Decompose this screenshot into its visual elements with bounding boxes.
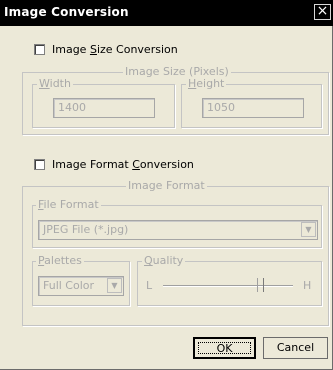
image-format-group-label: Image Format: [126, 179, 207, 192]
quality-low-label: L: [146, 279, 153, 292]
palettes-label: Palettes: [36, 254, 84, 267]
chevron-down-icon[interactable]: ▼: [107, 278, 122, 293]
title-bar: Image Conversion ×: [0, 0, 333, 26]
image-size-group: Image Size (Pixels) Width 1400 Height 10…: [22, 66, 329, 135]
focus-rectangle: [198, 342, 251, 354]
format-conversion-checkbox[interactable]: [34, 159, 45, 170]
size-conversion-checkbox[interactable]: [34, 44, 45, 55]
quality-high-label: H: [303, 279, 312, 292]
quality-slider-track[interactable]: [163, 285, 293, 287]
width-group: Width 1400: [32, 78, 175, 128]
window-title: Image Conversion: [4, 5, 129, 19]
size-conversion-checkbox-row[interactable]: Image Size Conversion: [34, 43, 178, 56]
file-format-group: File Format JPEG File (*.jpg) ▼: [32, 199, 322, 248]
file-format-select[interactable]: JPEG File (*.jpg): [38, 220, 318, 240]
file-format-value: JPEG File (*.jpg): [43, 223, 129, 236]
close-icon[interactable]: ×: [314, 4, 331, 20]
file-format-label: File Format: [36, 198, 101, 211]
quality-label: Quality: [142, 254, 186, 267]
palettes-value: Full Color: [43, 279, 95, 292]
format-conversion-label: Image Format Conversion: [52, 158, 194, 171]
image-format-group: Image Format File Format JPEG File (*.jp…: [22, 180, 329, 326]
height-group: Height 1050: [181, 78, 322, 128]
width-field[interactable]: 1400: [53, 98, 155, 118]
size-conversion-label: Image Size Conversion: [52, 43, 178, 56]
cancel-button[interactable]: Cancel: [263, 337, 328, 359]
palettes-group: Palettes Full Color ▼: [32, 255, 130, 306]
ok-button[interactable]: OK: [193, 337, 256, 359]
quality-group: Quality L H: [137, 255, 322, 306]
image-conversion-dialog: Image Conversion × Image Size Conversion…: [0, 0, 333, 370]
format-conversion-checkbox-row[interactable]: Image Format Conversion: [34, 158, 194, 171]
quality-slider-thumb[interactable]: [257, 278, 264, 292]
cancel-button-label: Cancel: [276, 341, 315, 354]
width-label: Width: [37, 77, 73, 90]
height-label: Height: [186, 77, 227, 90]
chevron-down-icon[interactable]: ▼: [301, 222, 316, 237]
height-field[interactable]: 1050: [202, 98, 304, 118]
